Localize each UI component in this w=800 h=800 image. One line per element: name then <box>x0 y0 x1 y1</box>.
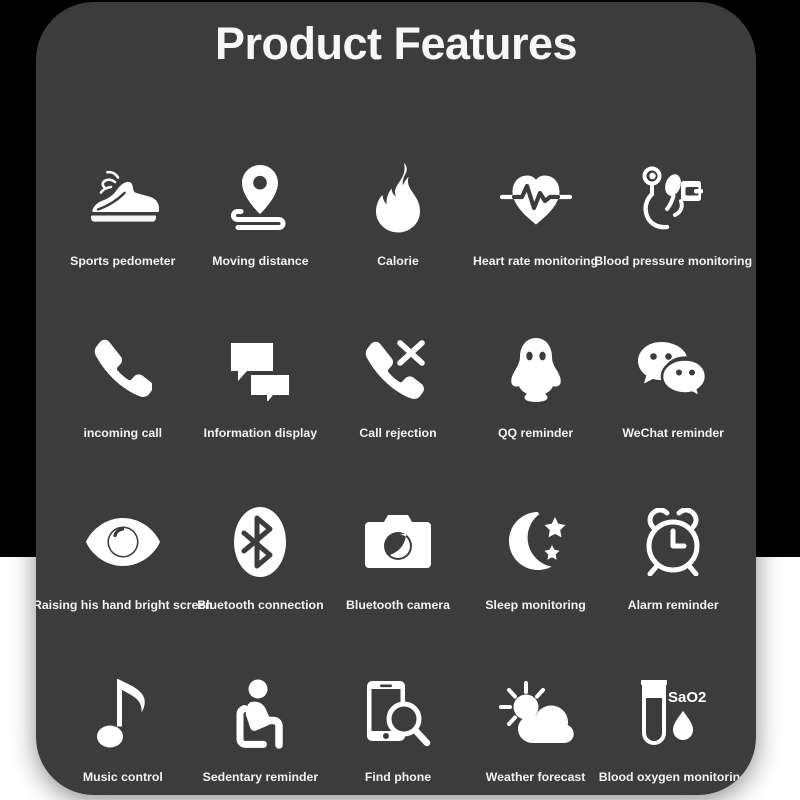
feature-label: Call rejection <box>359 426 437 440</box>
feature-item-moving-distance[interactable]: Moving distance <box>192 96 330 268</box>
feature-item-alarm-reminder[interactable]: Alarm reminder <box>604 440 742 612</box>
qq-penguin-icon <box>509 327 563 413</box>
feature-row: Music control Sedentary reminder Find ph… <box>36 612 756 784</box>
feature-item-music-control[interactable]: Music control <box>54 612 192 784</box>
feature-item-wechat-reminder[interactable]: WeChat reminder <box>604 268 742 440</box>
feature-label: Music control <box>82 770 163 784</box>
feature-item-bluetooth-connection[interactable]: Bluetooth connection <box>192 440 330 612</box>
feature-row: Raising his hand bright screen Bluetooth… <box>36 440 756 612</box>
seated-person-icon <box>231 671 289 757</box>
test-tube-icon: SaO2 <box>634 671 712 757</box>
phone-handset-icon <box>94 327 152 413</box>
feature-row: Sports pedometer Moving distance Calorie… <box>36 96 756 268</box>
feature-label: Moving distance <box>212 254 309 268</box>
feature-item-bluetooth-camera[interactable]: Bluetooth camera <box>329 440 467 612</box>
feature-label: Blood oxygen monitoring <box>598 770 748 784</box>
feature-item-sedentary-reminder[interactable]: Sedentary reminder <box>192 612 330 784</box>
music-note-icon <box>96 671 150 757</box>
feature-label: Heart rate monitoring <box>473 254 599 268</box>
feature-item-sleep-monitoring[interactable]: Sleep monitoring <box>467 440 605 612</box>
feature-item-information-display[interactable]: Information display <box>192 268 330 440</box>
feature-item-sports-pedometer[interactable]: Sports pedometer <box>54 96 192 268</box>
sun-cloud-icon <box>497 671 575 757</box>
camera-icon <box>364 499 432 585</box>
feature-item-call-rejection[interactable]: Call rejection <box>329 268 467 440</box>
feature-row: incoming call Information display Call r… <box>36 268 756 440</box>
feature-item-heart-rate[interactable]: Heart rate monitoring <box>467 96 605 268</box>
map-pin-icon <box>229 155 291 241</box>
product-features-card: Product Features Sports pedometer Moving… <box>36 2 756 795</box>
feature-grid: Sports pedometer Moving distance Calorie… <box>36 96 756 784</box>
feature-label: Find phone <box>364 770 432 784</box>
feature-item-calorie[interactable]: Calorie <box>329 96 467 268</box>
feature-label: WeChat reminder <box>622 426 724 440</box>
screenshot-stage: Product Features Sports pedometer Moving… <box>0 0 800 800</box>
feature-label: Bluetooth camera <box>346 598 450 612</box>
feature-label: Alarm reminder <box>627 598 719 612</box>
feature-label: Weather forecast <box>485 770 586 784</box>
feature-label: Bluetooth connection <box>197 598 324 612</box>
bluetooth-icon <box>233 499 287 585</box>
feature-item-incoming-call[interactable]: incoming call <box>54 268 192 440</box>
feature-item-blood-pressure[interactable]: Blood pressure monitoring <box>594 96 752 268</box>
feature-item-qq-reminder[interactable]: QQ reminder <box>467 268 605 440</box>
alarm-clock-icon <box>640 499 706 585</box>
page-title: Product Features <box>214 18 578 69</box>
eye-icon <box>85 499 161 585</box>
feature-label: Sedentary reminder <box>202 770 319 784</box>
feature-label: Information display <box>203 426 318 440</box>
blood-pressure-cuff-icon <box>637 155 709 241</box>
feature-item-find-phone[interactable]: Find phone <box>329 612 467 784</box>
phone-reject-icon <box>365 327 431 413</box>
flame-icon <box>368 155 428 241</box>
feature-label: Sleep monitoring <box>485 598 586 612</box>
wechat-bubbles-icon <box>637 327 709 413</box>
feature-item-raise-hand-bright-screen[interactable]: Raising his hand bright screen <box>36 440 213 612</box>
feature-label: incoming call <box>83 426 163 440</box>
heart-pulse-icon <box>496 155 576 241</box>
feature-item-weather-forecast[interactable]: Weather forecast <box>467 612 605 784</box>
running-shoe-icon <box>85 155 161 241</box>
moon-stars-icon <box>502 499 570 585</box>
speech-bubbles-icon <box>227 327 293 413</box>
feature-label: Raising his hand bright screen <box>36 598 213 612</box>
feature-label: Calorie <box>377 254 419 268</box>
feature-label: Blood pressure monitoring <box>594 254 753 268</box>
feature-label: Sports pedometer <box>70 254 176 268</box>
sao2-icon-text: SaO2 <box>668 689 706 706</box>
feature-item-blood-oxygen-monitoring[interactable]: SaO2 Blood oxygen monitoring <box>599 612 748 784</box>
phone-search-icon <box>365 671 431 757</box>
feature-label: QQ reminder <box>497 426 574 440</box>
